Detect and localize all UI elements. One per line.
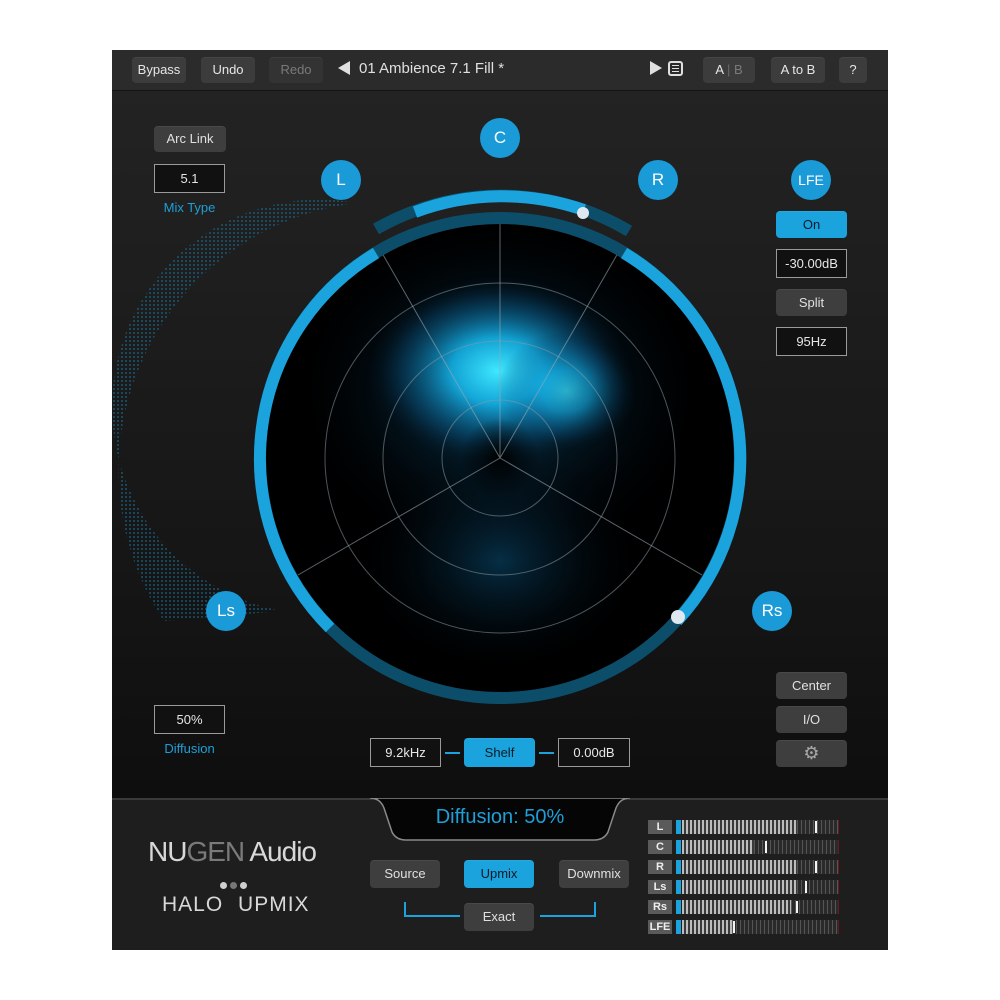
shelf-button[interactable]: Shelf bbox=[464, 738, 535, 767]
ab-compare-button[interactable]: A | B bbox=[703, 57, 755, 83]
halo-upmix-plugin: Bypass Undo Redo 01 Ambience 7.1 Fill * … bbox=[112, 50, 888, 950]
meter-lfe bbox=[682, 920, 839, 934]
redo-button[interactable]: Redo bbox=[269, 57, 323, 83]
a-to-b-button[interactable]: A to B bbox=[771, 57, 825, 83]
meter-level bbox=[682, 860, 798, 874]
meter-label: Ls bbox=[648, 880, 672, 894]
source-button[interactable]: Source bbox=[370, 860, 440, 888]
center-button[interactable]: Center bbox=[776, 672, 847, 699]
diffusion-field[interactable]: 50% bbox=[154, 705, 225, 734]
connector-line bbox=[445, 752, 460, 754]
meter-peak-hold bbox=[733, 921, 736, 933]
lfe-split-button[interactable]: Split bbox=[776, 289, 847, 316]
main-panel: L C R Ls Rs LFE Arc Link 5.1 Mix Type 50… bbox=[112, 91, 888, 798]
mix-type-field[interactable]: 5.1 bbox=[154, 164, 225, 193]
product-halo: HALO bbox=[162, 893, 224, 916]
brand-gen: GEN bbox=[186, 836, 245, 867]
meter-peak-hold bbox=[795, 901, 798, 913]
meter-background bbox=[797, 880, 838, 894]
ab-label-b: B bbox=[733, 62, 743, 77]
rear-ring-handle[interactable] bbox=[671, 610, 685, 624]
meter-clip-led bbox=[676, 880, 681, 894]
meter-clip-led bbox=[676, 900, 681, 914]
settings-button[interactable]: ⚙ bbox=[776, 740, 847, 767]
meter-c bbox=[682, 840, 839, 854]
meter-level bbox=[682, 900, 792, 914]
exact-button[interactable]: Exact bbox=[464, 903, 534, 931]
help-button[interactable]: ? bbox=[839, 57, 867, 83]
mix-type-label: Mix Type bbox=[163, 200, 216, 215]
speaker-r[interactable]: R bbox=[638, 160, 678, 200]
meter-level bbox=[682, 920, 732, 934]
toolbar: Bypass Undo Redo 01 Ambience 7.1 Fill * … bbox=[112, 50, 888, 91]
shelf-freq-field[interactable]: 9.2kHz bbox=[370, 738, 441, 767]
connector-line bbox=[404, 915, 460, 917]
bottom-panel: Diffusion: 50% NUGEN Audio HALO UPMIX So… bbox=[112, 798, 888, 950]
connector-line bbox=[594, 902, 596, 916]
meter-peak-hold bbox=[764, 841, 767, 853]
meter-ls bbox=[682, 880, 839, 894]
meter-peak-hold bbox=[814, 821, 817, 833]
meter-rs bbox=[682, 900, 839, 914]
connector-line bbox=[540, 915, 596, 917]
meter-peak-hold bbox=[814, 861, 817, 873]
lfe-gain-field[interactable]: -30.00dB bbox=[776, 249, 847, 278]
meter-clip-led bbox=[676, 920, 681, 934]
meter-background bbox=[791, 900, 838, 914]
next-preset-icon[interactable] bbox=[650, 61, 662, 75]
meter-clip-led bbox=[676, 820, 681, 834]
meter-label: R bbox=[648, 860, 672, 874]
diffusion-label: Diffusion bbox=[164, 741, 215, 756]
downmix-button[interactable]: Downmix bbox=[559, 860, 629, 888]
meter-clip-led bbox=[676, 860, 681, 874]
speaker-c[interactable]: C bbox=[480, 118, 520, 158]
meter-label: L bbox=[648, 820, 672, 834]
meter-peak-hold bbox=[805, 881, 808, 893]
previous-preset-icon[interactable] bbox=[338, 61, 350, 75]
ab-separator: | bbox=[726, 62, 731, 77]
meter-background bbox=[731, 920, 838, 934]
upmix-button[interactable]: Upmix bbox=[464, 860, 534, 888]
ab-label-a: A bbox=[715, 62, 724, 77]
meter-label: LFE bbox=[648, 920, 672, 934]
lfe-freq-field[interactable]: 95Hz bbox=[776, 327, 847, 356]
brand-logo: NUGEN Audio bbox=[148, 836, 317, 868]
product-upmix: UPMIX bbox=[238, 893, 310, 916]
speaker-lfe[interactable]: LFE bbox=[791, 160, 831, 200]
speaker-ls[interactable]: Ls bbox=[206, 591, 246, 631]
io-button[interactable]: I/O bbox=[776, 706, 847, 733]
undo-button[interactable]: Undo bbox=[201, 57, 255, 83]
meter-level bbox=[682, 820, 798, 834]
brand-nu: NU bbox=[148, 836, 187, 867]
connector-line bbox=[404, 902, 406, 916]
meter-label: Rs bbox=[648, 900, 672, 914]
bypass-button[interactable]: Bypass bbox=[132, 57, 186, 83]
meter-level bbox=[682, 840, 754, 854]
meter-clip-led bbox=[676, 840, 681, 854]
speaker-l[interactable]: L bbox=[321, 160, 361, 200]
preset-name[interactable]: 01 Ambience 7.1 Fill * bbox=[359, 60, 504, 77]
brand-dots bbox=[220, 876, 247, 894]
status-readout: Diffusion: 50% bbox=[435, 806, 565, 828]
product-name: HALO UPMIX bbox=[162, 893, 310, 917]
connector-line bbox=[539, 752, 554, 754]
meter-level bbox=[682, 880, 798, 894]
arc-link-button[interactable]: Arc Link bbox=[154, 126, 226, 152]
surround-field[interactable] bbox=[112, 91, 888, 798]
front-arc-fill bbox=[412, 190, 586, 218]
meter-r bbox=[682, 860, 839, 874]
meter-background bbox=[797, 860, 838, 874]
gear-icon: ⚙ bbox=[803, 743, 820, 763]
brand-audio: Audio bbox=[249, 836, 317, 867]
shelf-gain-field[interactable]: 0.00dB bbox=[558, 738, 630, 767]
meter-label: C bbox=[648, 840, 672, 854]
meter-l bbox=[682, 820, 839, 834]
front-arc-handle[interactable] bbox=[577, 207, 589, 219]
lfe-on-button[interactable]: On bbox=[776, 211, 847, 238]
speaker-rs[interactable]: Rs bbox=[752, 591, 792, 631]
preset-list-icon[interactable] bbox=[668, 61, 683, 76]
meter-background bbox=[797, 820, 838, 834]
